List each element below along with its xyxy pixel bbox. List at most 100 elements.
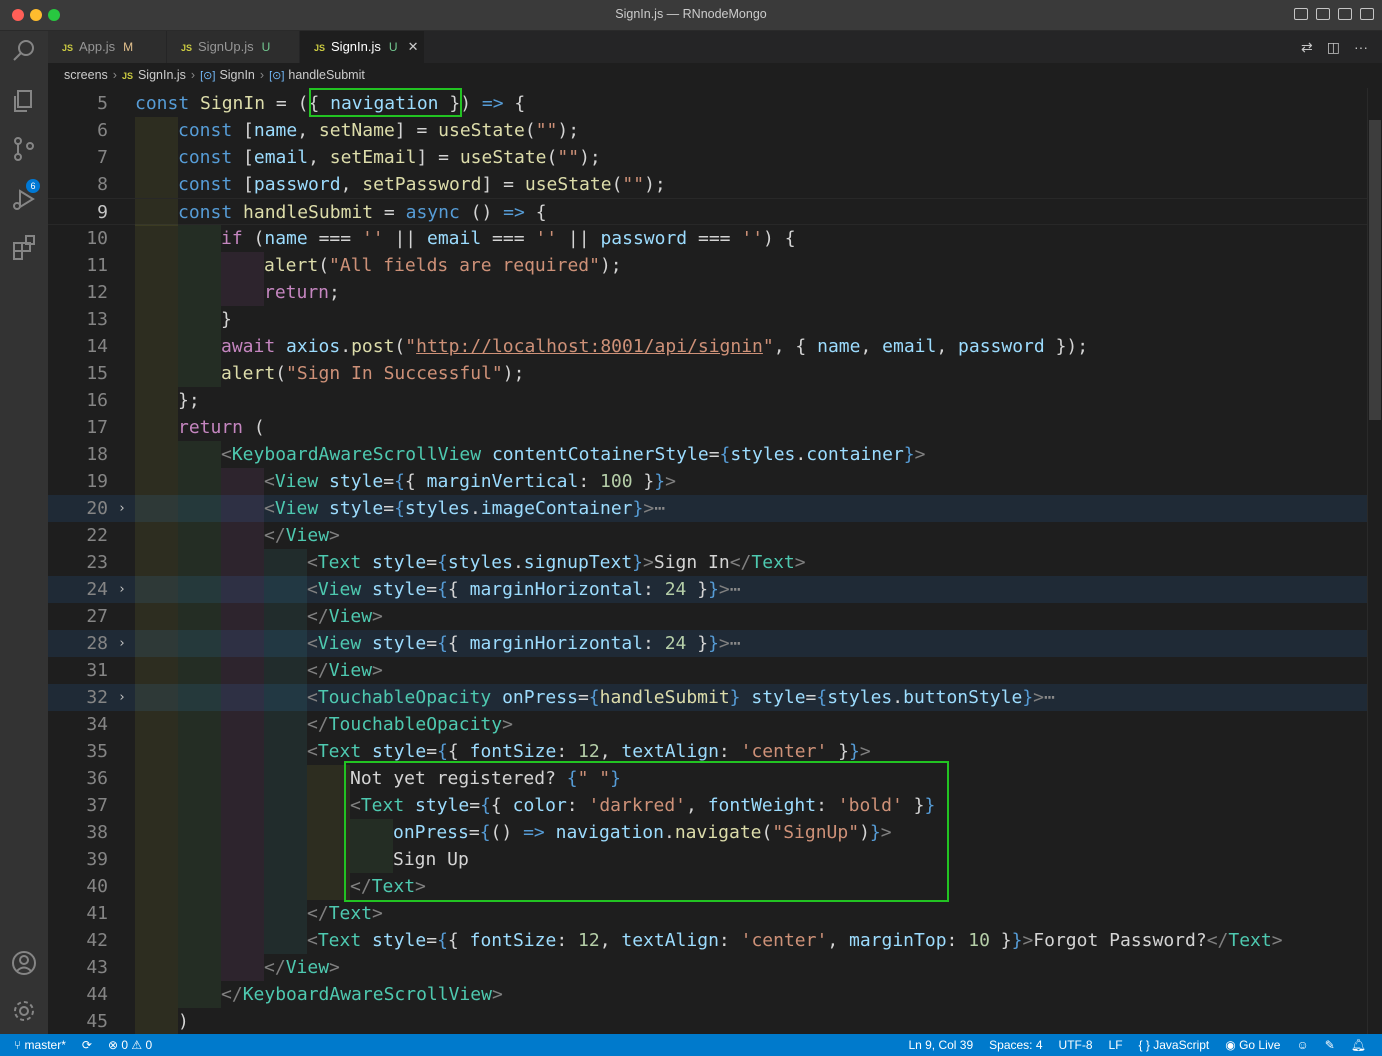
explorer-icon[interactable] <box>10 87 38 115</box>
vertical-scrollbar[interactable] <box>1367 88 1382 1034</box>
branch-status[interactable]: ⑂ master* <box>14 1034 66 1056</box>
code-line[interactable]: 13} <box>48 306 1368 333</box>
code-line[interactable]: 5 const SignIn = ({ navigation }) => { <box>48 90 1368 117</box>
code-line[interactable]: 15 alert("Sign In Successful"); <box>48 360 1368 387</box>
code-line[interactable]: 16}; <box>48 387 1368 414</box>
split-editor-icon[interactable]: ◫ <box>1327 39 1340 56</box>
code-line[interactable]: 10 if (name === '' || email === '' || pas… <box>48 225 1368 252</box>
line-code: }; <box>178 390 200 411</box>
line-code: Sign Up <box>393 849 469 870</box>
code-line[interactable]: 41 </Text> <box>48 900 1368 927</box>
tab-signin-js[interactable]: JS SignIn.js U ✕ <box>300 31 425 63</box>
copilot-icon[interactable]: ☺ <box>1296 1034 1308 1056</box>
source-control-icon[interactable] <box>10 135 38 163</box>
code-line[interactable]: 35 <Text style={{ fontSize: 12, textAlign… <box>48 738 1368 765</box>
code-line-folded[interactable]: 24 › <View style={{ marginHorizontal: 24 }… <box>48 576 1368 603</box>
code-line[interactable]: 42 <Text style={{ fontSize: 12, textAlign… <box>48 927 1368 954</box>
code-line[interactable]: 36 Not yet registered? {" "} <box>48 765 1368 792</box>
toggle-panel-icon[interactable] <box>1316 8 1330 20</box>
code-line[interactable]: 8 const [password, setPassword] = useStat… <box>48 171 1368 198</box>
run-debug-icon[interactable] <box>10 185 38 213</box>
line-code: </Text> <box>307 903 383 924</box>
javascript-file-icon: JS <box>181 43 193 53</box>
cursor-position[interactable]: Ln 9, Col 39 <box>908 1034 973 1056</box>
chevron-right-icon: › <box>190 68 196 82</box>
open-changes-icon[interactable]: ⇄ <box>1301 39 1313 56</box>
breadcrumb-component[interactable]: SignIn <box>219 68 254 82</box>
fold-chevron-icon[interactable]: › <box>118 684 126 711</box>
code-line[interactable]: 12 return; <box>48 279 1368 306</box>
code-editor[interactable]: 5 const SignIn = ({ navigation }) => { 6c… <box>48 88 1382 1034</box>
tab-app-js[interactable]: JS App.js M <box>48 31 167 63</box>
breadcrumb-function[interactable]: handleSubmit <box>288 68 364 82</box>
symbol-variable-icon: [⊙] <box>200 70 216 82</box>
code-line[interactable]: 17 return ( <box>48 414 1368 441</box>
line-code: <TouchableOpacity onPress={handleSubmit}… <box>307 687 1055 708</box>
line-code: </View> <box>264 525 340 546</box>
code-line[interactable]: 18 <KeyboardAwareScrollView contentCotain… <box>48 441 1368 468</box>
go-live-button[interactable]: ◉ Go Live <box>1225 1034 1280 1056</box>
manage-gear-icon[interactable] <box>10 997 38 1025</box>
search-icon[interactable] <box>10 37 38 65</box>
extensions-icon[interactable] <box>10 233 38 261</box>
code-line[interactable]: 11 alert("All fields are required"); <box>48 252 1368 279</box>
code-line[interactable]: 39 Sign Up <box>48 846 1368 873</box>
line-code: const handleSubmit = async () => { <box>178 202 547 223</box>
line-code: </View> <box>307 606 383 627</box>
code-line[interactable]: 19 <View style={{ marginVertical: 100 }}> <box>48 468 1368 495</box>
code-line-current[interactable]: 9 const handleSubmit = async () => { <box>48 198 1368 226</box>
git-branch-icon: ⑂ <box>14 1038 25 1052</box>
code-line-folded[interactable]: 20 › <View style={styles.imageContainer}>⋯ <box>48 495 1368 522</box>
code-line[interactable]: 7 const [email, setEmail] = useState(""); <box>48 144 1368 171</box>
notifications-bell-icon[interactable]: 🔔︎ <box>1351 1034 1366 1056</box>
code-line[interactable]: 45) <box>48 1008 1368 1034</box>
breadcrumb-folder[interactable]: screens <box>64 68 108 82</box>
problems-status[interactable]: ⊗ 0 ⚠ 0 <box>108 1034 152 1056</box>
scrollbar-thumb[interactable] <box>1369 120 1381 420</box>
line-code: <Text style={{ color: 'darkred', fontWei… <box>350 795 936 816</box>
breadcrumb-file[interactable]: SignIn.js <box>138 68 186 82</box>
code-line[interactable]: 43 </View> <box>48 954 1368 981</box>
javascript-file-icon: JS <box>314 43 326 53</box>
encoding[interactable]: UTF-8 <box>1059 1034 1093 1056</box>
customize-layout-icon[interactable] <box>1360 8 1374 20</box>
code-line[interactable]: 22 </View> <box>48 522 1368 549</box>
line-code: return; <box>264 282 340 303</box>
line-code: const [password, setPassword] = useState… <box>178 174 666 195</box>
toggle-secondary-sidebar-icon[interactable] <box>1338 8 1352 20</box>
more-actions-icon[interactable]: ··· <box>1354 39 1368 56</box>
sync-icon[interactable]: ⟳ <box>82 1034 92 1056</box>
code-line-folded[interactable]: 28 › <View style={{ marginHorizontal: 24 }… <box>48 630 1368 657</box>
fold-chevron-icon[interactable]: › <box>118 630 126 657</box>
error-icon: ⊗ <box>107 1038 122 1052</box>
feedback-icon[interactable]: ✎ <box>1325 1034 1335 1056</box>
javascript-file-icon: JS <box>121 71 133 81</box>
code-line-folded[interactable]: 32 › <TouchableOpacity onPress={handleSubm… <box>48 684 1368 711</box>
line-code: await axios.post("http://localhost:8001/… <box>221 336 1089 357</box>
code-line[interactable]: 34 </TouchableOpacity> <box>48 711 1368 738</box>
toggle-primary-sidebar-icon[interactable] <box>1294 8 1308 20</box>
code-line[interactable]: 31 </View> <box>48 657 1368 684</box>
code-line[interactable]: 40 </Text> <box>48 873 1368 900</box>
code-line[interactable]: 6 const [name, setName] = useState(""); <box>48 117 1368 144</box>
chevron-right-icon: › <box>259 68 265 82</box>
code-line[interactable]: 37 <Text style={{ color: 'darkred', fontW… <box>48 792 1368 819</box>
fold-chevron-icon[interactable]: › <box>118 495 126 522</box>
line-code: <Text style={styles.signupText}>Sign In<… <box>307 552 806 573</box>
language-mode[interactable]: { } JavaScript <box>1139 1034 1210 1056</box>
code-line[interactable]: 38 onPress={() => navigation.navigate("Si… <box>48 819 1368 846</box>
code-line[interactable]: 44 </KeyboardAwareScrollView> <box>48 981 1368 1008</box>
editor-actions: ⇄ ◫ ··· <box>1301 39 1368 56</box>
tab-signup-js[interactable]: JS SignUp.js U <box>167 31 300 63</box>
line-code: Not yet registered? {" "} <box>350 768 621 789</box>
tab-bar: JS App.js M JS SignUp.js U JS SignIn.js U ✕ ⇄ ◫… <box>48 31 1382 63</box>
account-icon[interactable] <box>10 949 38 977</box>
end-of-line[interactable]: LF <box>1109 1034 1123 1056</box>
chevron-right-icon: › <box>112 68 117 82</box>
code-line[interactable]: 14 await axios.post("http://localhost:800… <box>48 333 1368 360</box>
fold-chevron-icon[interactable]: › <box>118 576 126 603</box>
code-line[interactable]: 27 </View> <box>48 603 1368 630</box>
close-tab-icon[interactable]: ✕ <box>408 39 419 54</box>
code-line[interactable]: 23 <Text style={styles.signupText}>Sign I… <box>48 549 1368 576</box>
indentation[interactable]: Spaces: 4 <box>989 1034 1042 1056</box>
